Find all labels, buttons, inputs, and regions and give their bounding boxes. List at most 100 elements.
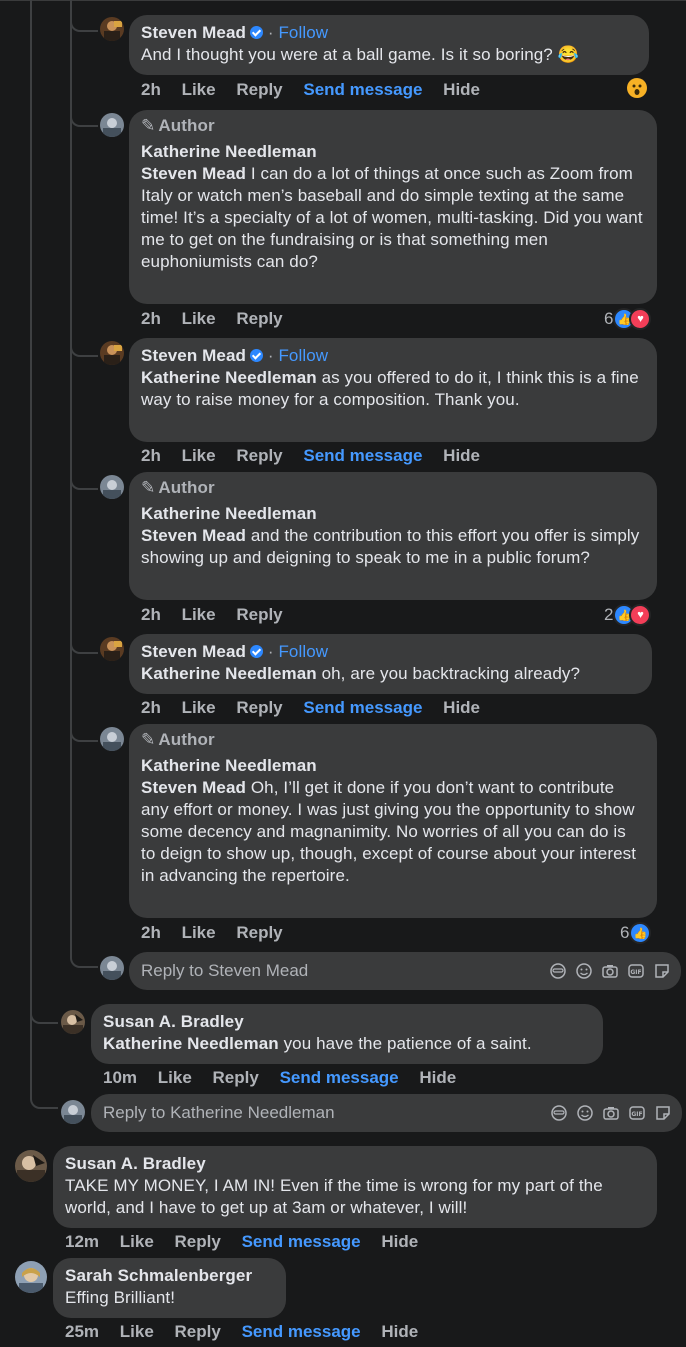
like-button[interactable]: Like (182, 446, 216, 465)
reaction-summary[interactable]: 6 👍 ♥ (604, 308, 652, 330)
avatar[interactable] (100, 727, 124, 751)
reaction-summary[interactable]: 6 👍 (620, 922, 652, 944)
avatar[interactable] (100, 113, 124, 137)
like-button[interactable]: Like (182, 605, 216, 624)
comment-author[interactable]: Susan A. Bradley (103, 1012, 244, 1031)
camera-icon[interactable] (601, 962, 619, 980)
comment-text: Steven Mead I can do a lot of things at … (141, 164, 643, 271)
comment-time[interactable]: 10m (103, 1068, 137, 1087)
reaction-summary[interactable]: 2 👍 ♥ (604, 604, 652, 626)
like-button[interactable]: Like (182, 309, 216, 328)
thread-elbow (70, 462, 98, 490)
like-button[interactable]: Like (182, 698, 216, 717)
comment-author[interactable]: Katherine Needleman (141, 756, 317, 775)
mention-link[interactable]: Katherine Needleman (103, 1034, 279, 1053)
hide-button[interactable]: Hide (443, 446, 480, 465)
avatar[interactable] (100, 17, 124, 41)
mention-link[interactable]: Steven Mead (141, 778, 246, 797)
sticker-icon[interactable] (653, 962, 671, 980)
comment-actions: 2h Like Reply Send message Hide (141, 79, 496, 101)
reply-button[interactable]: Reply (236, 80, 282, 99)
wow-reaction-icon[interactable] (627, 78, 647, 98)
reaction-count: 6 (604, 309, 614, 328)
comment-author[interactable]: Sarah Schmalenberger (65, 1266, 252, 1285)
comment-author[interactable]: Katherine Needleman (141, 142, 317, 161)
current-user-avatar[interactable] (100, 956, 124, 980)
comment-bubble: Steven Mead · Follow Katherine Needleman… (129, 338, 657, 442)
comment-actions: 2h Like Reply (141, 604, 299, 626)
thread-elbow (30, 1000, 58, 1024)
hide-button[interactable]: Hide (381, 1232, 418, 1251)
svg-text:GIF: GIF (630, 969, 641, 976)
reply-button[interactable]: Reply (175, 1232, 221, 1251)
comment-time[interactable]: 2h (141, 80, 161, 99)
follow-button[interactable]: Follow (278, 23, 328, 42)
mention-link[interactable]: Steven Mead (141, 164, 246, 183)
send-message-button[interactable]: Send message (242, 1322, 361, 1341)
comment-author[interactable]: Katherine Needleman (141, 504, 317, 523)
reply-input[interactable]: Reply to Katherine Needleman GIF (91, 1094, 682, 1132)
hide-button[interactable]: Hide (419, 1068, 456, 1087)
comment-time[interactable]: 2h (141, 446, 161, 465)
avatar-sticker-icon[interactable] (550, 1104, 568, 1122)
comment-bubble: Steven Mead · Follow Katherine Needleman… (129, 634, 652, 694)
send-message-button[interactable]: Send message (280, 1068, 399, 1087)
hide-button[interactable]: Hide (381, 1322, 418, 1341)
comment-text: Katherine Needleman oh, are you backtrac… (141, 664, 581, 683)
gif-icon[interactable]: GIF (628, 1104, 646, 1122)
comment-time[interactable]: 12m (65, 1232, 99, 1251)
avatar[interactable] (100, 341, 124, 365)
comment-time[interactable]: 25m (65, 1322, 99, 1341)
comment-author[interactable]: Steven Mead (141, 23, 246, 42)
comment-time[interactable]: 2h (141, 605, 161, 624)
avatar[interactable] (100, 637, 124, 661)
mention-link[interactable]: Katherine Needleman (141, 664, 317, 683)
send-message-button[interactable]: Send message (303, 698, 422, 717)
mention-link[interactable]: Katherine Needleman (141, 368, 317, 387)
avatar[interactable] (15, 1261, 47, 1293)
reply-button[interactable]: Reply (236, 923, 282, 942)
emoji-icon[interactable] (576, 1104, 594, 1122)
like-button[interactable]: Like (120, 1232, 154, 1251)
avatar[interactable] (15, 1150, 47, 1182)
camera-icon[interactable] (602, 1104, 620, 1122)
reply-button[interactable]: Reply (236, 698, 282, 717)
thread-elbow (70, 95, 98, 127)
avatar[interactable] (100, 475, 124, 499)
reply-button[interactable]: Reply (236, 605, 282, 624)
comment-time[interactable]: 2h (141, 698, 161, 717)
avatar[interactable] (61, 1010, 85, 1034)
hide-button[interactable]: Hide (443, 698, 480, 717)
mention-link[interactable]: Steven Mead (141, 526, 246, 545)
comment-author[interactable]: Steven Mead (141, 642, 246, 661)
comment-author[interactable]: Steven Mead (141, 346, 246, 365)
like-button[interactable]: Like (182, 80, 216, 99)
reply-button[interactable]: Reply (213, 1068, 259, 1087)
sticker-icon[interactable] (654, 1104, 672, 1122)
separator-dot: · (267, 23, 274, 42)
reply-input[interactable]: Reply to Steven Mead GIF (129, 952, 681, 990)
comment-bubble: Sarah Schmalenberger Effing Brilliant! (53, 1258, 286, 1318)
svg-text:GIF: GIF (631, 1111, 642, 1118)
comment-time[interactable]: 2h (141, 309, 161, 328)
send-message-button[interactable]: Send message (303, 80, 422, 99)
comment-author[interactable]: Susan A. Bradley (65, 1154, 206, 1173)
send-message-button[interactable]: Send message (303, 446, 422, 465)
emoji-icon[interactable] (575, 962, 593, 980)
avatar-sticker-icon[interactable] (549, 962, 567, 980)
send-message-button[interactable]: Send message (242, 1232, 361, 1251)
thread-elbow (70, 325, 98, 357)
follow-button[interactable]: Follow (278, 642, 328, 661)
follow-button[interactable]: Follow (278, 346, 328, 365)
gif-icon[interactable]: GIF (627, 962, 645, 980)
top-divider (0, 0, 686, 1)
comment-time[interactable]: 2h (141, 923, 161, 942)
reply-button[interactable]: Reply (175, 1322, 221, 1341)
like-button[interactable]: Like (182, 923, 216, 942)
reply-button[interactable]: Reply (236, 446, 282, 465)
reply-button[interactable]: Reply (236, 309, 282, 328)
like-button[interactable]: Like (158, 1068, 192, 1087)
like-button[interactable]: Like (120, 1322, 154, 1341)
current-user-avatar[interactable] (61, 1100, 85, 1124)
hide-button[interactable]: Hide (443, 80, 480, 99)
